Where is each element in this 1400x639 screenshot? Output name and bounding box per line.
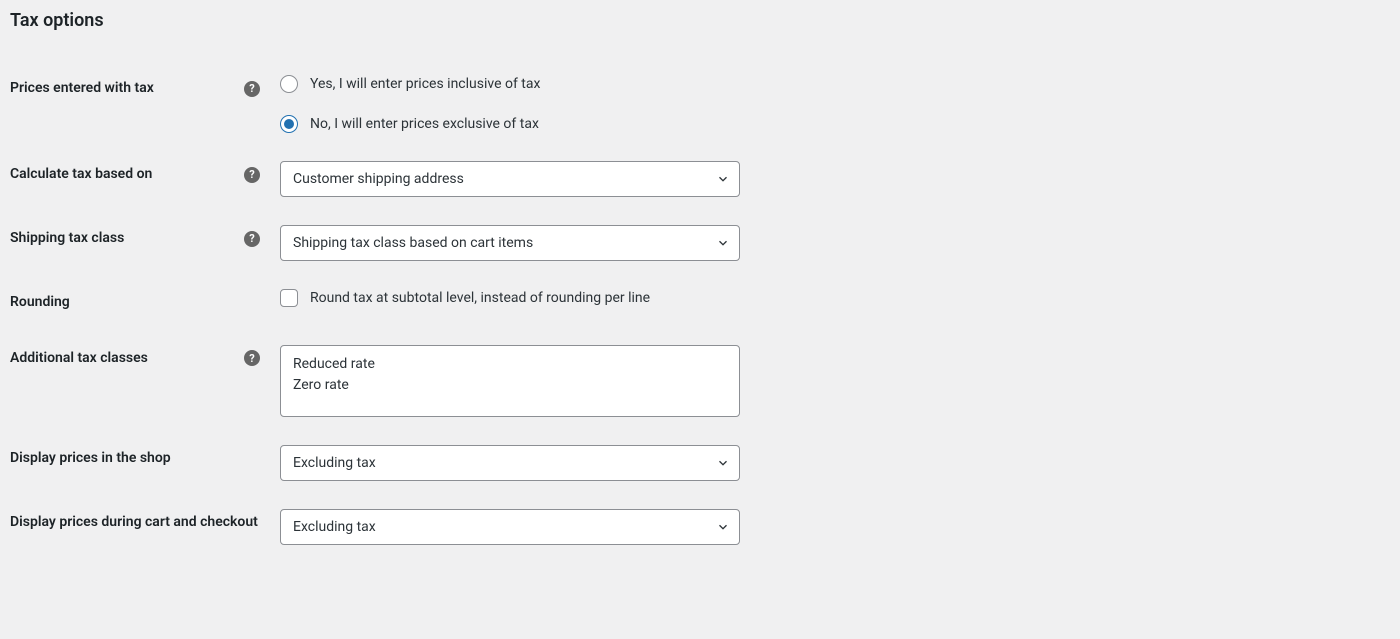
checkbox-icon [280, 289, 298, 307]
select-display-shop[interactable]: Excluding tax [280, 445, 740, 481]
label-additional-tax-classes: Additional tax classes [10, 349, 148, 369]
checkbox-rounding[interactable]: Round tax at subtotal level, instead of … [280, 289, 1390, 307]
prices-entered-radio-group: Yes, I will enter prices inclusive of ta… [280, 75, 1390, 133]
label-display-shop: Display prices in the shop [10, 449, 171, 469]
select-value: Excluding tax [293, 455, 376, 471]
select-display-cart[interactable]: Excluding tax [280, 509, 740, 545]
select-calc-based-on[interactable]: Customer shipping address [280, 161, 740, 197]
radio-prices-inclusive[interactable]: Yes, I will enter prices inclusive of ta… [280, 75, 1390, 93]
settings-form-table: Prices entered with tax ? Yes, I will en… [10, 61, 1390, 559]
select-value: Shipping tax class based on cart items [293, 235, 533, 251]
tax-options-page: Tax options Prices entered with tax ? Ye… [0, 0, 1400, 639]
help-icon[interactable]: ? [244, 81, 260, 97]
label-prices-entered: Prices entered with tax [10, 79, 154, 99]
section-title: Tax options [10, 10, 1390, 31]
label-calc-based-on: Calculate tax based on [10, 165, 152, 185]
label-display-cart: Display prices during cart and checkout [10, 513, 258, 533]
select-shipping-tax-class[interactable]: Shipping tax class based on cart items [280, 225, 740, 261]
help-icon[interactable]: ? [244, 350, 260, 366]
select-value: Customer shipping address [293, 171, 464, 187]
radio-label: No, I will enter prices exclusive of tax [310, 116, 539, 132]
label-rounding: Rounding [10, 293, 70, 313]
help-icon[interactable]: ? [244, 231, 260, 247]
checkbox-label: Round tax at subtotal level, instead of … [310, 290, 650, 306]
radio-label: Yes, I will enter prices inclusive of ta… [310, 76, 540, 92]
radio-icon [280, 115, 298, 133]
textarea-additional-tax-classes[interactable]: Reduced rate Zero rate [280, 345, 740, 417]
label-shipping-tax-class: Shipping tax class [10, 229, 124, 249]
radio-prices-exclusive[interactable]: No, I will enter prices exclusive of tax [280, 115, 1390, 133]
radio-icon [280, 75, 298, 93]
help-icon[interactable]: ? [244, 167, 260, 183]
select-value: Excluding tax [293, 519, 376, 535]
